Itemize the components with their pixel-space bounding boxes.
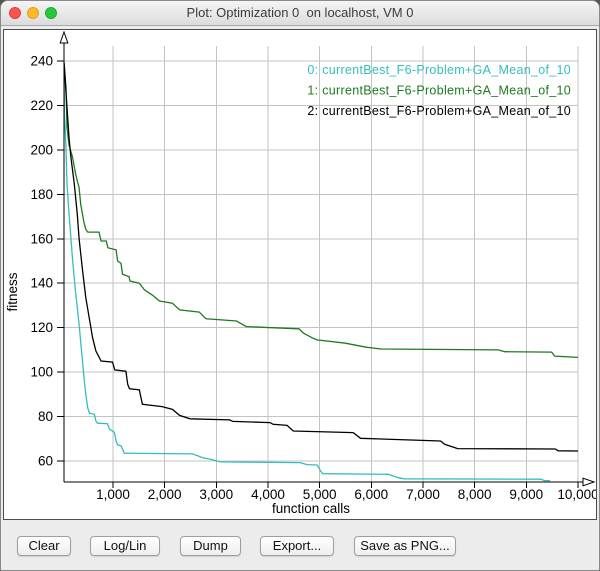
x-axis-label: function calls [272, 501, 350, 516]
y-tick-label: 80 [38, 409, 53, 424]
y-axis-arrow-icon [60, 32, 68, 43]
log-lin-button[interactable]: Log/Lin [90, 536, 160, 556]
legend-entry-1: 1: currentBest_F6-Problem+GA_Mean_of_10 [307, 84, 571, 98]
y-axis-label: fitness [5, 272, 20, 311]
series-line-0 [64, 61, 550, 481]
title-bar[interactable]: Plot: Optimization 0 on localhost, VM 0 [1, 1, 599, 26]
legend-entry-0: 0: currentBest_F6-Problem+GA_Mean_of_10 [307, 63, 571, 77]
window-title: Plot: Optimization 0 on localhost, VM 0 [1, 5, 599, 20]
y-tick-label: 140 [30, 276, 53, 291]
x-tick-label: 6,000 [354, 487, 388, 502]
y-tick-label: 200 [30, 142, 53, 157]
x-tick-label: 9,000 [509, 487, 543, 502]
x-tick-label: 5,000 [303, 487, 337, 502]
plot-panel: 0: currentBest_F6-Problem+GA_Mean_of_10 1… [3, 29, 597, 520]
x-tick-label: 4,000 [251, 487, 285, 502]
x-axis-arrow-icon [583, 478, 594, 486]
x-tick-label: 7,000 [406, 487, 440, 502]
y-tick-label: 60 [38, 454, 53, 469]
legend: 0: currentBest_F6-Problem+GA_Mean_of_10 1… [307, 63, 571, 118]
x-tick-label: 8,000 [458, 487, 492, 502]
y-tick-label: 160 [30, 231, 53, 246]
series-line-2 [64, 63, 578, 451]
y-tick-label: 180 [30, 187, 53, 202]
x-tick-label: 1,000 [96, 487, 130, 502]
clear-button[interactable]: Clear [17, 536, 71, 556]
save-as-png-button[interactable]: Save as PNG... [354, 536, 456, 556]
export-button[interactable]: Export... [260, 536, 334, 556]
x-tick-label: 2,000 [148, 487, 182, 502]
y-tick-label: 240 [30, 54, 53, 69]
button-row: Clear Log/Lin Dump Export... Save as PNG… [1, 520, 599, 571]
x-tick-label: 10,000 [557, 487, 596, 502]
legend-entry-2: 2: currentBest_F6-Problem+GA_Mean_of_10 [307, 104, 571, 118]
y-tick-label: 220 [30, 98, 53, 113]
dump-button[interactable]: Dump [180, 536, 241, 556]
y-tick-label: 100 [30, 365, 53, 380]
plot-svg: 0: currentBest_F6-Problem+GA_Mean_of_10 1… [4, 30, 596, 519]
x-tick-label: 3,000 [199, 487, 233, 502]
y-tick-label: 120 [30, 320, 53, 335]
plot-window: Plot: Optimization 0 on localhost, VM 0 … [0, 0, 600, 571]
